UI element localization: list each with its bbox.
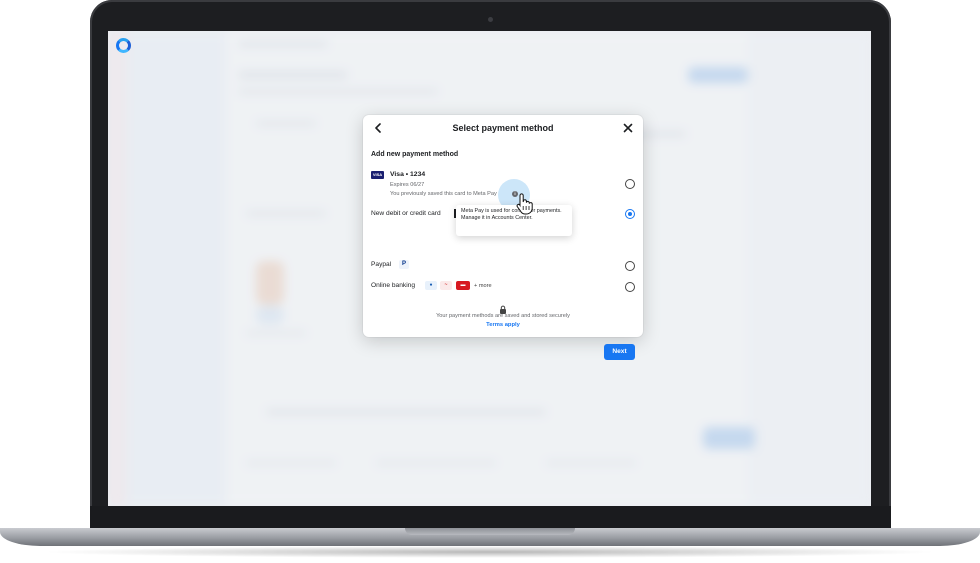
paypal-icon: P (399, 260, 409, 269)
option-new-card-radio[interactable] (625, 209, 635, 219)
meta-pay-tooltip: Meta Pay is used for consumer payments. … (456, 205, 572, 236)
close-icon[interactable] (622, 122, 634, 134)
option-online-banking-label: Online banking (371, 282, 415, 289)
bank-logo-icon-1: ● (425, 281, 437, 290)
bank-logo-icon-2: ~ (440, 281, 452, 290)
option-paypal-radio[interactable] (625, 261, 635, 271)
dialog-header: Select payment method (363, 115, 643, 143)
camera (488, 17, 493, 22)
dialog-title: Select payment method (452, 123, 554, 133)
laptop-screen: Select payment method Add new payment me… (108, 31, 871, 506)
saved-card-expiry: Expires 06/27 (390, 182, 425, 188)
payment-method-dialog: Select payment method Add new payment me… (363, 115, 643, 360)
terms-apply-link[interactable]: Terms apply (363, 322, 643, 328)
secure-storage-text: Your payment methods are saved and store… (436, 313, 570, 319)
banking-more-label: + more (474, 283, 492, 289)
laptop-bezel-bottom (90, 506, 891, 528)
bank-logo-icon-3: ▬ (456, 281, 470, 290)
visa-logo: VISA (371, 171, 384, 179)
section-title: Add new payment method (371, 151, 459, 158)
app-logo-icon (116, 38, 131, 53)
option-new-card-label: New debit or credit card (371, 210, 441, 217)
saved-card-name: Visa • 1234 (390, 171, 426, 178)
saved-card-note: You previously saved this card to Meta P… (390, 191, 497, 197)
laptop-notch (405, 528, 575, 535)
option-online-banking-radio[interactable] (625, 282, 635, 292)
option-paypal-label: Paypal (371, 261, 392, 268)
next-button[interactable]: Next (604, 344, 635, 360)
saved-card-radio[interactable] (625, 179, 635, 189)
laptop-shadow (40, 546, 940, 558)
pointer-hand-icon (516, 193, 533, 215)
